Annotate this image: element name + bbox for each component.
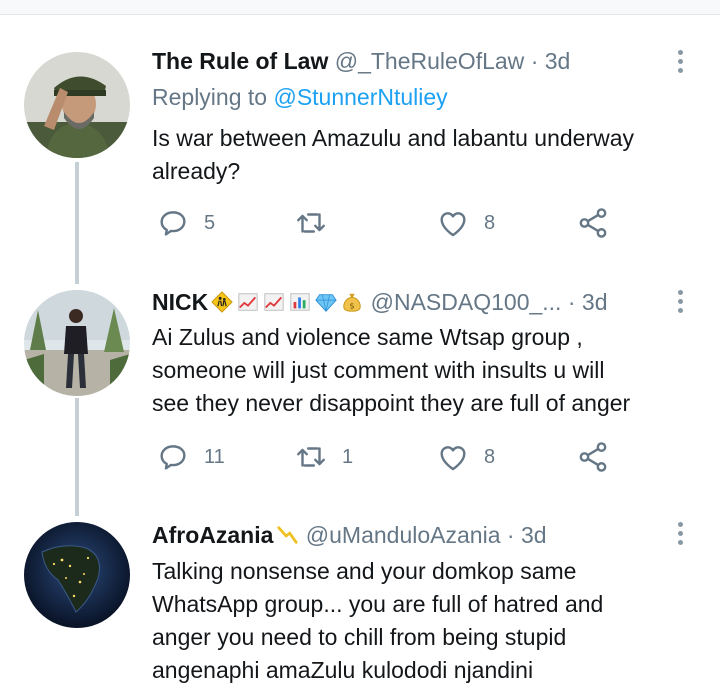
tweet-text: Talking nonsense and your domkop same Wh… bbox=[152, 555, 692, 687]
more-vertical-icon[interactable] bbox=[676, 50, 684, 77]
avatar[interactable] bbox=[24, 522, 130, 628]
tweet-text-line: angenaphi amaZulu kulododi njandini bbox=[152, 657, 534, 683]
avatar[interactable] bbox=[24, 52, 130, 158]
money-bag-icon: $ bbox=[343, 293, 361, 312]
name-emoji: $ bbox=[208, 289, 364, 315]
reply-button[interactable]: 5 bbox=[156, 206, 215, 240]
thread-line bbox=[75, 398, 79, 516]
retweet-icon bbox=[297, 447, 325, 467]
reply-icon bbox=[160, 445, 186, 470]
tweet-text: Ai Zulus and violence same Wtsap group ,… bbox=[152, 321, 692, 420]
tweet-text-line: anger you need to chill from being stupi… bbox=[152, 624, 567, 650]
retweet-button[interactable] bbox=[294, 206, 342, 240]
timestamp[interactable]: 3d bbox=[545, 48, 571, 74]
tweet-header: NICK $ @NASDAQ100_... · 3d bbox=[152, 287, 660, 317]
heart-icon bbox=[440, 446, 466, 471]
separator-dot: · bbox=[530, 48, 539, 74]
reply-count: 11 bbox=[204, 445, 225, 468]
gem-icon bbox=[315, 294, 337, 312]
heart-icon bbox=[440, 212, 466, 237]
like-count: 8 bbox=[484, 445, 496, 468]
tweet-text-line: already? bbox=[152, 158, 241, 184]
retweet-count: 1 bbox=[342, 445, 354, 468]
user-handle[interactable]: @NASDAQ100_... bbox=[371, 289, 562, 315]
replying-to: Replying to @StunnerNtuliey bbox=[152, 82, 448, 112]
thread-line bbox=[75, 162, 79, 284]
like-button[interactable]: 8 bbox=[436, 206, 495, 240]
bar-chart-icon bbox=[290, 293, 310, 311]
separator-dot: · bbox=[567, 289, 576, 315]
user-handle[interactable]: @uMandulоAzania bbox=[306, 522, 501, 548]
display-name[interactable]: The Rule of Law bbox=[152, 48, 328, 74]
replying-to-handle[interactable]: @StunnerNtuliey bbox=[273, 84, 447, 110]
display-name[interactable]: NICK bbox=[152, 289, 208, 315]
tweet-actions: 5 8 bbox=[152, 206, 632, 246]
reply-button[interactable]: 11 bbox=[156, 440, 225, 474]
name-emoji bbox=[273, 522, 299, 548]
timestamp[interactable]: 3d bbox=[582, 289, 608, 315]
user-handle[interactable]: @_TheRuleOfLaw bbox=[335, 48, 525, 74]
tweet-text-line: Ai Zulus and violence same Wtsap group , bbox=[152, 324, 583, 350]
like-count: 8 bbox=[484, 211, 496, 234]
chart-decreasing-icon bbox=[277, 526, 298, 544]
tweet-text-line: Talking nonsense and your domkop same bbox=[152, 558, 577, 584]
like-button[interactable]: 8 bbox=[436, 440, 495, 474]
tweet-text-line: Is war between Amazulu and labantu under… bbox=[152, 125, 635, 151]
separator-dot: · bbox=[506, 522, 515, 548]
svg-text:$: $ bbox=[350, 300, 355, 310]
children-crossing-icon bbox=[211, 291, 233, 313]
tweet-header: The Rule of Law @_TheRuleOfLaw · 3d bbox=[152, 46, 660, 76]
more-vertical-icon[interactable] bbox=[676, 522, 684, 549]
tweet-header: AfroAzania @uMandulоAzania · 3d bbox=[152, 520, 660, 550]
tweet-text-line: see they never disappoint they are full … bbox=[152, 390, 631, 416]
retweet-button[interactable]: 1 bbox=[294, 440, 353, 474]
retweet-icon bbox=[297, 213, 325, 233]
share-button[interactable] bbox=[576, 440, 610, 474]
display-name[interactable]: AfroAzania bbox=[152, 522, 273, 548]
tweet-actions: 11 1 8 bbox=[152, 440, 632, 480]
reply-count: 5 bbox=[204, 211, 216, 234]
tweet-text-line: WhatsApp group... you are full of hatred… bbox=[152, 591, 604, 617]
tweet-text: Is war between Amazulu and labantu under… bbox=[152, 122, 692, 188]
chart-increasing-icon bbox=[264, 293, 284, 311]
more-vertical-icon[interactable] bbox=[676, 290, 684, 317]
avatar[interactable] bbox=[24, 290, 130, 396]
chart-increasing-icon bbox=[238, 293, 258, 311]
replying-to-label: Replying to bbox=[152, 84, 268, 110]
reply-icon bbox=[160, 211, 186, 236]
share-icon bbox=[579, 208, 607, 238]
timestamp[interactable]: 3d bbox=[521, 522, 547, 548]
share-icon bbox=[579, 442, 607, 472]
share-button[interactable] bbox=[576, 206, 610, 240]
tweet-text-line: someone will just comment with insults u… bbox=[152, 357, 605, 383]
top-divider bbox=[0, 0, 720, 15]
